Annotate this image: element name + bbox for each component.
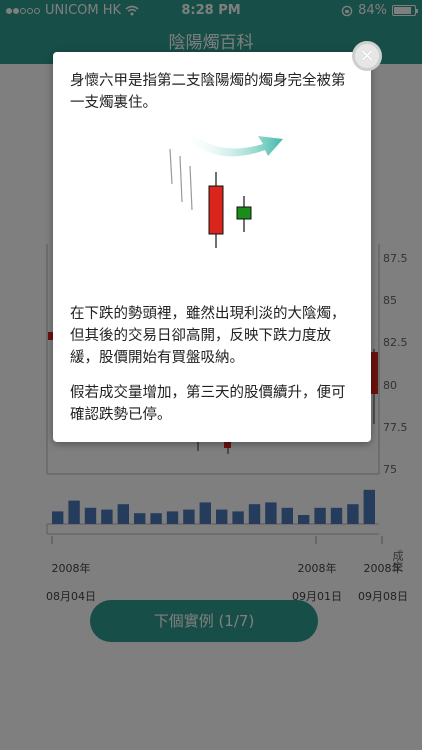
- bearish-candle: [208, 185, 224, 235]
- modal-intro-text: 身懷六甲是指第二支陰陽燭的燭身完全被第一支燭裏住。: [70, 73, 346, 111]
- close-icon[interactable]: ✕: [352, 41, 382, 71]
- pattern-illustration: [169, 124, 283, 248]
- modal-paragraph-2: 假若成交量增加，第三天的股價續升，便可確認跌勢已停。: [70, 385, 346, 423]
- pattern-info-modal: 身懷六甲是指第二支陰陽燭的燭身完全被第一支燭裏住。 在下跌的勢頭裡，雖然出現利淡…: [53, 52, 371, 442]
- bullish-candle: [236, 206, 252, 220]
- motion-line: [189, 165, 193, 211]
- motion-line: [179, 155, 183, 203]
- modal-paragraph-1: 在下跌的勢頭裡，雖然出現利淡的大陰燭，但其後的交易日卻高開，反映下跌力度放緩，股…: [70, 306, 346, 366]
- motion-line: [169, 148, 173, 185]
- rising-arrow-icon: [181, 124, 283, 157]
